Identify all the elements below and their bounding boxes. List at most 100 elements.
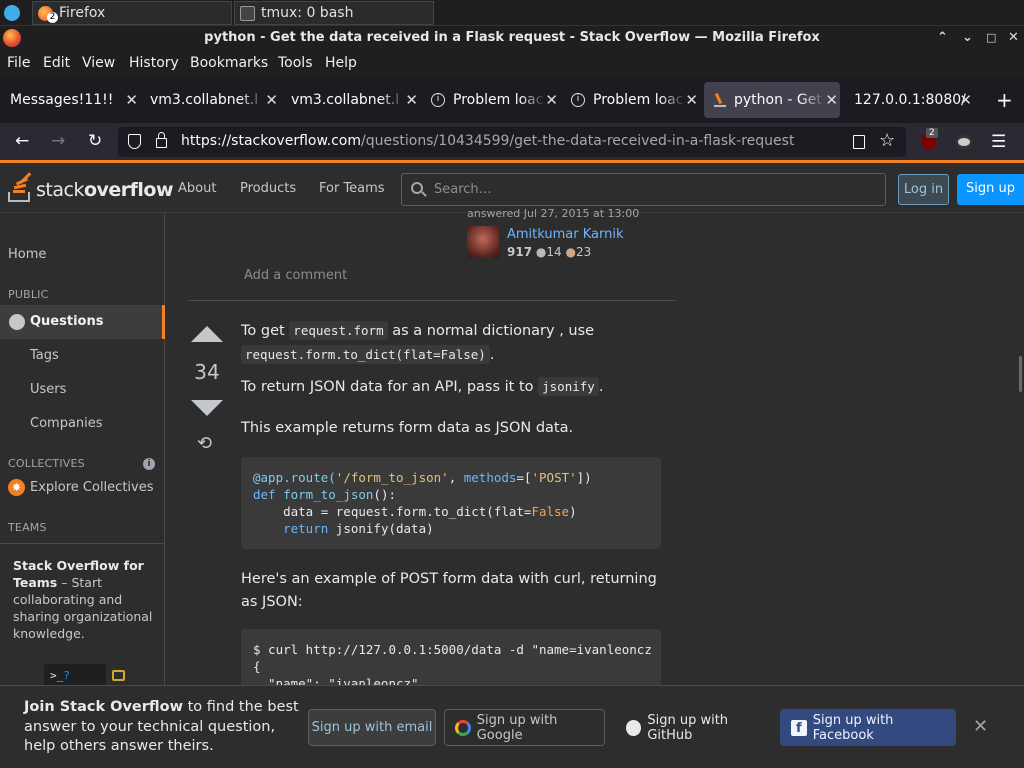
close-banner-icon[interactable]: ✕ — [973, 716, 988, 737]
collectives-star-icon: ✸ — [8, 479, 25, 496]
reader-view-icon[interactable] — [853, 135, 865, 149]
code-block-curl[interactable]: $ curl http://127.0.0.1:5000/data -d "na… — [241, 629, 661, 689]
hamburger-menu-icon[interactable]: ☰ — [991, 132, 1006, 152]
nav-products[interactable]: Products — [240, 181, 296, 196]
shield-icon[interactable] — [128, 134, 141, 149]
url-text[interactable]: https://stackoverflow.com/questions/1043… — [181, 133, 794, 149]
user-name-link[interactable]: Amitkumar Karnik — [507, 227, 624, 242]
close-tab-icon[interactable]: ✕ — [959, 91, 972, 109]
close-tab-icon[interactable]: ✕ — [685, 91, 698, 109]
sidebar-item-questions[interactable]: Questions — [0, 305, 165, 339]
signup-google-button[interactable]: Sign up with Google — [444, 709, 605, 746]
stackoverflow-logo[interactable]: stackoverflow — [8, 172, 174, 206]
chevron-up-icon[interactable]: ⌃ — [937, 30, 948, 45]
lock-shackle — [158, 132, 165, 139]
url-bar[interactable]: https://stackoverflow.com/questions/1043… — [118, 127, 906, 157]
text: To return JSON data for an API, pass it … — [241, 379, 539, 395]
code-block-python[interactable]: @app.route('/form_to_json', methods=['PO… — [241, 457, 661, 549]
window-titlebar: python - Get the data received in a Flas… — [0, 26, 1024, 51]
globe-icon — [9, 314, 25, 330]
sidebar-item-explore-collectives[interactable]: Explore Collectives — [30, 480, 154, 495]
signup-facebook-label: Sign up with Facebook — [812, 712, 894, 743]
taskbar-firefox-label: Firefox — [59, 5, 106, 21]
tab-localhost[interactable]: 127.0.0.1:8080/✕ — [844, 82, 974, 118]
sidebar-item-users[interactable]: Users — [30, 382, 66, 397]
facebook-icon: f — [791, 719, 807, 736]
page-scrollbar[interactable] — [1016, 213, 1024, 685]
sidebar-item-questions-label: Questions — [30, 314, 104, 329]
upvote-button[interactable] — [191, 326, 223, 342]
sidebar-item-companies[interactable]: Companies — [30, 416, 103, 431]
minimize-icon[interactable]: ⌄ — [962, 30, 973, 45]
reputation-score: 917 — [507, 245, 533, 259]
tab-vm3-2[interactable]: vm3.collabnet.l ✕ — [280, 82, 420, 118]
menu-tools[interactable]: Tools — [278, 55, 313, 71]
menu-edit[interactable]: Edit — [43, 55, 70, 71]
signup-email-label: Sign up with email — [311, 720, 433, 735]
tab-vm3-1[interactable]: vm3.collabnet.l ✕ — [140, 82, 280, 118]
menu-file[interactable]: File — [7, 55, 30, 71]
scrollbar-thumb[interactable] — [1019, 356, 1022, 392]
taskbar-firefox[interactable]: 2 Firefox — [32, 1, 232, 25]
app-menu-icon[interactable] — [4, 5, 20, 21]
avatar[interactable] — [467, 226, 499, 258]
history-icon[interactable]: ⟲ — [197, 433, 212, 454]
sidebar-item-tags[interactable]: Tags — [30, 348, 59, 363]
add-comment-link[interactable]: Add a comment — [244, 268, 347, 283]
signup-google-label: Sign up with Google — [476, 712, 558, 743]
search-placeholder: Search… — [434, 182, 492, 197]
google-icon — [455, 719, 471, 736]
close-tab-icon[interactable]: ✕ — [545, 91, 558, 109]
tab-python-active[interactable]: python - Get ✕ — [704, 82, 840, 118]
downvote-button[interactable] — [191, 400, 223, 416]
inline-code: jsonify — [538, 377, 599, 396]
terminal-icon — [240, 6, 255, 21]
lock-icon[interactable] — [156, 138, 167, 148]
sidebar-header-teams: TEAMS — [8, 521, 47, 534]
tab-problem-2[interactable]: i Problem loac ✕ — [560, 82, 700, 118]
close-tab-icon[interactable]: ✕ — [405, 91, 418, 109]
login-button[interactable]: Log in — [898, 174, 949, 205]
sidebar-item-home[interactable]: Home — [8, 247, 46, 262]
tab-messages[interactable]: Messages!11!! ✕ — [0, 82, 140, 118]
back-arrow-icon[interactable]: ← — [15, 131, 29, 151]
bookmark-star-icon[interactable]: ☆ — [879, 130, 895, 151]
chat-bubble-icon — [112, 670, 125, 681]
code-line: $ curl http://127.0.0.1:5000/data -d "na… — [253, 642, 652, 657]
answer-divider — [188, 300, 676, 301]
menu-help[interactable]: Help — [325, 55, 357, 71]
close-window-icon[interactable]: ✕ — [1008, 30, 1019, 45]
signup-facebook-button[interactable]: f Sign up with Facebook — [780, 709, 956, 746]
silver-badges: 14 — [546, 245, 562, 259]
search-input[interactable]: Search… — [401, 173, 886, 206]
tab-problem-1[interactable]: i Problem loac ✕ — [420, 82, 560, 118]
close-tab-icon[interactable]: ✕ — [265, 91, 278, 109]
search-icon-handle — [421, 191, 427, 197]
text: . — [598, 379, 604, 395]
taskbar-tmux[interactable]: tmux: 0 bash — [234, 1, 434, 25]
extension-mask-icon[interactable] — [955, 135, 973, 149]
new-tab-icon[interactable]: + — [996, 88, 1013, 112]
code-line: data = request.form.to_dict(flat=False) — [253, 504, 577, 519]
menubar: File Edit View History Bookmarks Tools H… — [0, 51, 1024, 77]
close-tab-icon[interactable]: ✕ — [125, 91, 138, 109]
signup-email-button[interactable]: Sign up with email — [308, 709, 436, 746]
info-icon[interactable]: i — [143, 458, 155, 470]
nav-about[interactable]: About — [178, 181, 216, 196]
forward-arrow-icon[interactable]: → — [51, 131, 65, 151]
menu-bookmarks[interactable]: Bookmarks — [190, 55, 268, 71]
reload-icon[interactable]: ↻ — [88, 131, 102, 151]
menu-view[interactable]: View — [82, 55, 115, 71]
close-tab-icon[interactable]: ✕ — [825, 91, 838, 109]
taskbar: 2 Firefox tmux: 0 bash — [0, 0, 1024, 26]
menu-history[interactable]: History — [129, 55, 179, 71]
nav-for-teams[interactable]: For Teams — [319, 181, 385, 196]
signup-button[interactable]: Sign up — [957, 174, 1024, 205]
url-domain: https://stackoverflow.com — [181, 133, 361, 149]
navigation-bar: ← → ↻ https://stackoverflow.com/question… — [0, 123, 1024, 163]
signup-github-button[interactable]: Sign up with GitHub — [614, 709, 773, 746]
stackoverflow-tab-icon — [714, 92, 726, 107]
answered-date: answered Jul 27, 2015 at 13:00 — [467, 207, 640, 220]
window-title: python - Get the data received in a Flas… — [204, 30, 820, 45]
maximize-icon[interactable]: □ — [986, 31, 996, 44]
